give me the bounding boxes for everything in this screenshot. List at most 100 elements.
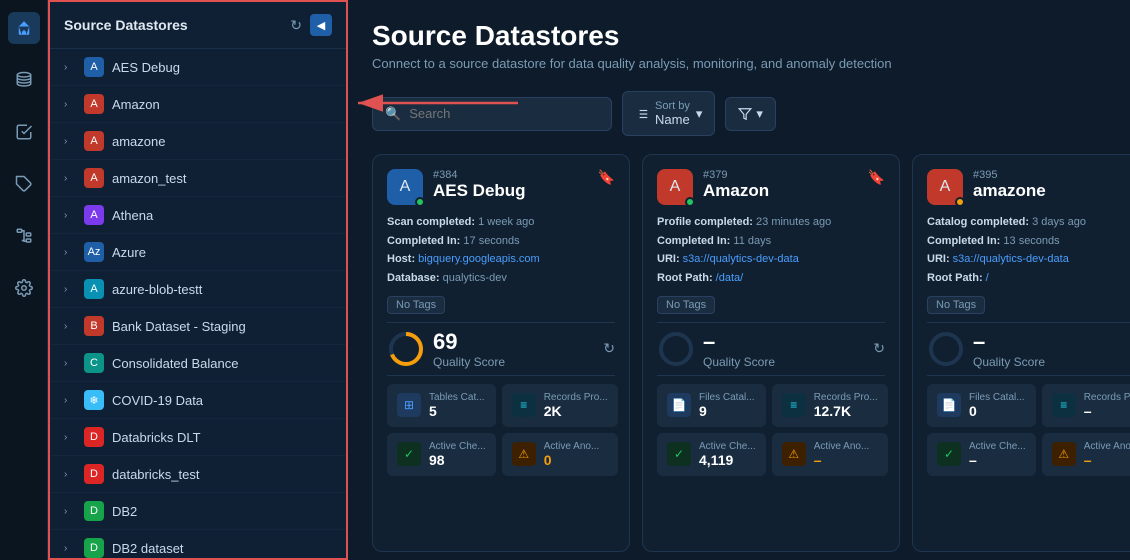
card-number: #395 <box>973 169 1128 181</box>
metric-label: Tables Cat... <box>429 392 486 403</box>
filter-button[interactable]: ▾ <box>725 97 776 131</box>
metric-label: Records Pro... <box>1084 392 1130 403</box>
metric-info: Files Catal... 0 <box>969 392 1026 419</box>
card-number: #384 <box>433 169 588 181</box>
card-title-wrap: #384 AES Debug <box>433 169 588 201</box>
metric-value: 9 <box>699 403 756 419</box>
sidebar-item-db2[interactable]: › D DB2 <box>50 493 346 530</box>
tag: No Tags <box>387 296 445 314</box>
sidebar-item-amazon[interactable]: › A Amazon <box>50 86 346 123</box>
sidebar-item-label: amazon_test <box>112 171 186 186</box>
metric-icon: ✓ <box>937 442 961 466</box>
sidebar-item-databricks-dlt[interactable]: › D Databricks DLT <box>50 419 346 456</box>
collapse-button[interactable]: ◀ <box>310 14 332 36</box>
sidebar-item-icon: A <box>84 131 104 151</box>
sidebar-item-icon: A <box>84 205 104 225</box>
quality-score-num: – <box>703 329 775 355</box>
metric-label: Files Catal... <box>969 392 1026 403</box>
metric-value: 0 <box>969 403 1026 419</box>
sidebar-item-consolidated[interactable]: › C Consolidated Balance <box>50 345 346 382</box>
card-amazone: A #395 amazone 🔖 Catalog completed: 3 da… <box>912 154 1130 552</box>
sidebar-item-amazon-test[interactable]: › A amazon_test <box>50 160 346 197</box>
quality-score-label: Quality Score <box>433 355 505 369</box>
metric-label: Active Che... <box>969 441 1026 452</box>
page-title: Source Datastores <box>372 20 1106 52</box>
metric-value: 5 <box>429 403 486 419</box>
sidebar-item-amazone[interactable]: › A amazone <box>50 123 346 160</box>
nav-icon-tags[interactable] <box>8 168 40 200</box>
sidebar-item-label: Amazon <box>112 97 160 112</box>
sidebar-item-icon: D <box>84 464 104 484</box>
metric-icon: ⚠ <box>1052 442 1076 466</box>
metric-tile: 📄 Files Catal... 0 <box>927 384 1036 427</box>
sidebar-item-label: DB2 <box>112 504 137 519</box>
sidebar-item-label: Athena <box>112 208 153 223</box>
sidebar-item-azure-blob[interactable]: › A azure-blob-testt <box>50 271 346 308</box>
metric-label: Active Che... <box>699 441 756 452</box>
tag-row: No Tags <box>387 296 615 314</box>
card-name: amazone <box>973 181 1128 201</box>
sidebar-item-label: Azure <box>112 245 146 260</box>
nav-icon-hierarchy[interactable] <box>8 220 40 252</box>
tag: No Tags <box>927 296 985 314</box>
refresh-quality-icon[interactable]: ↻ <box>873 340 885 357</box>
metric-label: Active Che... <box>429 441 486 452</box>
refresh-quality-icon[interactable]: ↻ <box>603 340 615 357</box>
sidebar-item-label: DB2 dataset <box>112 541 184 556</box>
sidebar-item-icon: A <box>84 279 104 299</box>
bookmark-icon[interactable]: 🔖 <box>598 169 615 186</box>
main-header: Source Datastores Connect to a source da… <box>348 0 1130 81</box>
card-header: A #395 amazone 🔖 <box>927 169 1130 205</box>
metric-info: Active Ano... 0 <box>544 441 608 468</box>
sort-button[interactable]: Sort by Name ▾ <box>622 91 715 136</box>
metric-tile: 📄 Files Catal... 9 <box>657 384 766 427</box>
metric-value: 2K <box>544 403 608 419</box>
metric-icon: ✓ <box>397 442 421 466</box>
card-name: AES Debug <box>433 181 588 201</box>
metric-tile: ✓ Active Che... 4,119 <box>657 433 766 476</box>
bookmark-icon[interactable]: 🔖 <box>868 169 885 186</box>
metric-info: Records Pro... 12.7K <box>814 392 878 419</box>
sidebar-item-label: AES Debug <box>112 60 180 75</box>
card-amazon: A #379 Amazon 🔖 Profile completed: 23 mi… <box>642 154 900 552</box>
tag: No Tags <box>657 296 715 314</box>
sidebar-chevron-icon: › <box>64 210 76 221</box>
sidebar-item-db2-dataset[interactable]: › D DB2 dataset <box>50 530 346 558</box>
sidebar-chevron-icon: › <box>64 99 76 110</box>
sidebar-list: › A AES Debug › A Amazon › A amazone › A… <box>50 49 346 558</box>
sidebar-header: Source Datastores ↻ ◀ <box>50 2 346 49</box>
sidebar-item-icon: Az <box>84 242 104 262</box>
metric-info: Active Ano... – <box>814 441 878 468</box>
metric-tile: ⚠ Active Ano... – <box>772 433 888 476</box>
sidebar-item-covid19[interactable]: › ❄ COVID-19 Data <box>50 382 346 419</box>
sidebar-chevron-icon: › <box>64 506 76 517</box>
quality-circle <box>387 330 425 368</box>
main-content: Source Datastores Connect to a source da… <box>348 0 1130 560</box>
sidebar-item-athena[interactable]: › A Athena <box>50 197 346 234</box>
nav-icon-home[interactable] <box>8 12 40 44</box>
nav-icon-settings[interactable] <box>8 272 40 304</box>
nav-icon-datastores[interactable] <box>8 64 40 96</box>
search-input[interactable] <box>409 106 599 121</box>
quality-text-wrap: – Quality Score <box>973 329 1045 369</box>
metric-icon: ✓ <box>667 442 691 466</box>
sidebar-item-icon: A <box>84 94 104 114</box>
quality-row: 69 Quality Score ↻ <box>387 322 615 376</box>
sidebar-title: Source Datastores <box>64 17 188 33</box>
sidebar-item-icon: D <box>84 501 104 521</box>
search-box[interactable]: 🔍 <box>372 97 612 131</box>
sidebar-item-bank-dataset[interactable]: › B Bank Dataset - Staging <box>50 308 346 345</box>
sidebar-item-azure[interactable]: › Az Azure <box>50 234 346 271</box>
sidebar-chevron-icon: › <box>64 469 76 480</box>
card-info: Profile completed: 23 minutes agoComplet… <box>657 213 885 288</box>
refresh-button[interactable]: ↻ <box>290 17 302 34</box>
sidebar-item-databricks-test[interactable]: › D databricks_test <box>50 456 346 493</box>
metric-value: – <box>1084 452 1130 468</box>
metric-info: Active Che... 98 <box>429 441 486 468</box>
nav-icon-checks[interactable] <box>8 116 40 148</box>
metric-tile: ⊞ Tables Cat... 5 <box>387 384 496 427</box>
sidebar-item-icon: D <box>84 427 104 447</box>
sidebar-item-aes-debug[interactable]: › A AES Debug <box>50 49 346 86</box>
metric-icon: ⚠ <box>782 442 806 466</box>
sidebar-chevron-icon: › <box>64 432 76 443</box>
